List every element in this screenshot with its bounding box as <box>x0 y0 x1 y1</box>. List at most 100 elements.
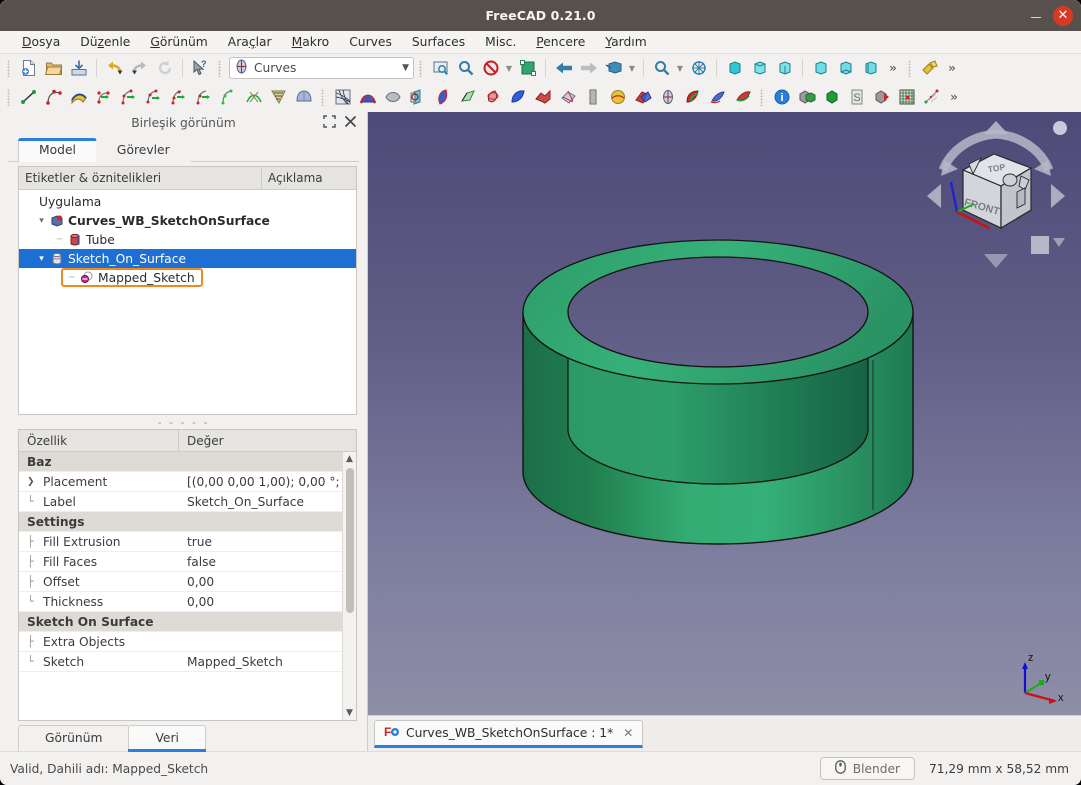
property-group-baz[interactable]: Baz <box>19 452 356 472</box>
property-value[interactable]: [(0,00 0,00 1,00); 0,00 °; ... <box>179 475 356 489</box>
menu-duzenle[interactable]: Düzenle <box>70 33 140 51</box>
tree-twisty-sos[interactable]: ▾ <box>35 254 48 264</box>
property-row-thickness[interactable]: └ Thickness 0,00 <box>19 592 356 612</box>
menu-dosya[interactable]: Dosya <box>12 33 70 51</box>
3d-viewport[interactable]: TOP FRONT z y x <box>367 112 1081 715</box>
isometric-dropdown-icon[interactable]: ▼ <box>626 64 638 73</box>
pipeshell-icon[interactable] <box>430 85 455 109</box>
approximate-icon[interactable] <box>141 85 166 109</box>
compound-icon[interactable] <box>794 85 819 109</box>
zoom-icon[interactable] <box>649 56 674 80</box>
property-row-placement[interactable]: ❯ Placement [(0,00 0,00 1,00); 0,00 °; ..… <box>19 472 356 492</box>
curve-extend-icon[interactable] <box>216 85 241 109</box>
gordon-surface-icon[interactable] <box>330 85 355 109</box>
discretize-icon[interactable] <box>116 85 141 109</box>
sketch-on-surface-icon[interactable] <box>380 85 405 109</box>
property-row-extra-objects[interactable]: ├ Extra Objects <box>19 632 356 652</box>
fit-selection-icon[interactable] <box>453 56 478 80</box>
curves-toolbar-grip[interactable] <box>5 88 13 106</box>
isometric-view-icon[interactable] <box>601 56 626 80</box>
curves-toolbar-overflow-button[interactable]: » <box>944 90 964 104</box>
top-view-icon[interactable] <box>747 56 772 80</box>
profile-support-icon[interactable] <box>405 85 430 109</box>
ruled-surface-icon[interactable] <box>530 85 555 109</box>
property-row-label[interactable]: └ Label Sketch_On_Surface <box>19 492 356 512</box>
menu-misc[interactable]: Misc. <box>475 33 526 51</box>
undo-icon[interactable] <box>102 56 127 80</box>
menu-makro[interactable]: Makro <box>282 33 340 51</box>
sketch-icon[interactable]: S <box>844 85 869 109</box>
box-icon[interactable] <box>819 85 844 109</box>
macro-icon[interactable] <box>917 56 942 80</box>
property-row-sketch[interactable]: └ Sketch Mapped_Sketch <box>19 652 356 672</box>
isocurve-icon[interactable] <box>266 85 291 109</box>
property-value[interactable]: Sketch_On_Surface <box>179 495 356 509</box>
property-scrollbar[interactable]: ▲ ▼ <box>342 452 356 720</box>
document-tab[interactable]: F Curves_WB_SketchOnSurface : 1* ✕ <box>374 719 644 748</box>
point-cloud-icon[interactable] <box>919 85 944 109</box>
editable-spline-icon[interactable] <box>66 85 91 109</box>
navigation-cube[interactable]: TOP FRONT <box>921 118 1071 278</box>
toolbar-grip-4[interactable] <box>906 59 914 77</box>
property-value[interactable]: false <box>179 555 356 569</box>
bottom-view-icon[interactable] <box>833 56 858 80</box>
scrollbar-thumb[interactable] <box>345 468 354 613</box>
redo-icon[interactable] <box>127 56 152 80</box>
menu-yardim[interactable]: Yardım <box>595 33 656 51</box>
curves-toolbar-grip-2[interactable] <box>319 88 327 106</box>
bounding-box-icon[interactable] <box>515 56 540 80</box>
discretize-sweep-icon[interactable] <box>730 85 755 109</box>
property-value[interactable]: 0,00 <box>179 575 356 589</box>
menu-araclar[interactable]: Araçlar <box>218 33 282 51</box>
panel-splitter[interactable]: - - - - - <box>0 415 367 429</box>
property-column-name[interactable]: Özellik <box>19 430 179 451</box>
surface-patch-icon[interactable] <box>355 85 380 109</box>
save-document-icon[interactable] <box>66 56 91 80</box>
pipe-icon[interactable] <box>655 85 680 109</box>
fit-all-icon[interactable] <box>428 56 453 80</box>
menu-pencere[interactable]: Pencere <box>526 33 595 51</box>
tree-column-labels[interactable]: Etiketler & öznitelikleri <box>19 167 262 189</box>
navigation-style-button[interactable]: Blender <box>819 757 916 780</box>
draw-style-dropdown-icon[interactable]: ▼ <box>503 64 515 73</box>
property-column-value[interactable]: Değer <box>179 430 232 451</box>
zoom-dropdown-icon[interactable]: ▼ <box>674 64 686 73</box>
toolbar-overflow-button-2[interactable]: » <box>942 61 962 75</box>
tree-item-mapped-sketch[interactable]: ─ Mapped_Sketch <box>19 268 356 287</box>
toolbar-overflow-button[interactable]: » <box>883 61 903 75</box>
line-icon[interactable] <box>16 85 41 109</box>
close-icon[interactable] <box>344 115 357 131</box>
tab-gorunum[interactable]: Görünüm <box>18 725 130 751</box>
draw-style-icon[interactable] <box>478 56 503 80</box>
blend-solid-icon[interactable] <box>680 85 705 109</box>
bspline-icon[interactable] <box>41 85 66 109</box>
tree-item-document[interactable]: ▾ Curves_WB_SketchOnSurface <box>19 211 356 230</box>
tab-veri[interactable]: Veri <box>128 725 206 752</box>
toolbar-grip-3[interactable] <box>417 59 425 77</box>
close-window-button[interactable]: ✕ <box>1053 5 1073 26</box>
tab-model[interactable]: Model <box>18 138 97 162</box>
minimize-button[interactable] <box>1029 9 1043 23</box>
hooks-icon[interactable] <box>555 85 580 109</box>
interpolate-icon[interactable] <box>166 85 191 109</box>
workbench-selector[interactable]: Curves ▼ <box>229 57 414 79</box>
tree-column-description[interactable]: Açıklama <box>262 167 329 189</box>
rear-view-icon[interactable] <box>808 56 833 80</box>
next-view-icon[interactable] <box>576 56 601 80</box>
front-view-icon[interactable] <box>722 56 747 80</box>
refresh-icon[interactable] <box>152 56 177 80</box>
toolbar-grip-2[interactable] <box>216 59 224 77</box>
curves-toolbar-grip-3[interactable] <box>758 88 766 106</box>
tab-gorevler[interactable]: Görevler <box>95 138 191 162</box>
left-view-icon[interactable] <box>858 56 883 80</box>
property-group-sketch-on-surface[interactable]: Sketch On Surface <box>19 612 356 632</box>
property-value[interactable]: Mapped_Sketch <box>179 655 356 669</box>
property-row-fill-faces[interactable]: ├ Fill Faces false <box>19 552 356 572</box>
new-document-icon[interactable] <box>16 56 41 80</box>
close-icon[interactable]: ✕ <box>623 726 633 740</box>
property-value[interactable]: 0,00 <box>179 595 356 609</box>
grid-icon[interactable] <box>894 85 919 109</box>
zebra-stripes-icon[interactable] <box>291 85 316 109</box>
chevron-down-icon[interactable]: ▼ <box>402 63 409 73</box>
segment-surface-icon[interactable] <box>505 85 530 109</box>
